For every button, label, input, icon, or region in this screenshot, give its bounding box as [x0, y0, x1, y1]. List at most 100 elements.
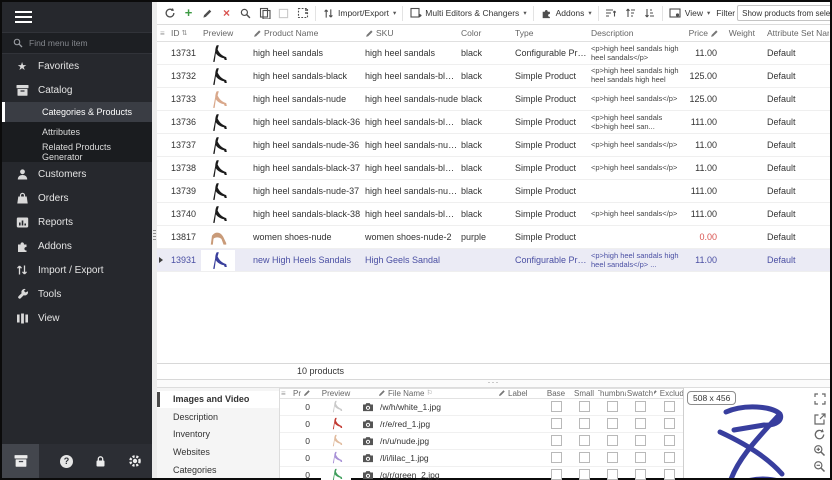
tab-inventory[interactable]: Inventory — [157, 426, 279, 444]
menu-search-input[interactable] — [29, 38, 133, 48]
column-chooser-icon[interactable]: ≡ — [280, 389, 288, 398]
small-checkbox[interactable] — [579, 418, 590, 429]
sidebar-item-reports[interactable]: Reports — [2, 210, 152, 234]
base-checkbox[interactable] — [551, 401, 562, 412]
image-row[interactable]: 0/r/e/red_1.jpg — [280, 416, 683, 433]
exclude-checkbox[interactable] — [664, 469, 675, 480]
delete-product-button[interactable]: × — [218, 5, 235, 22]
refresh-button[interactable] — [161, 5, 178, 22]
exclude-checkbox[interactable] — [664, 435, 675, 446]
product-row[interactable]: 13731high heel sandalshigh heel sandalsb… — [157, 42, 830, 65]
swatch-checkbox[interactable] — [635, 401, 646, 412]
lock-icon[interactable] — [94, 444, 107, 478]
exclude-checkbox[interactable] — [664, 418, 675, 429]
tab-websites[interactable]: Websites — [157, 443, 279, 461]
exclude-checkbox[interactable] — [664, 452, 675, 463]
column-header-price[interactable]: Price — [685, 28, 725, 38]
settings-gear-icon[interactable] — [128, 444, 142, 478]
filter-select[interactable]: Show products from selected categories ▾ — [737, 5, 830, 21]
product-row[interactable]: 13737high heel sandals-nude-36high heel … — [157, 134, 830, 157]
addons-menu[interactable]: Addons ▾ — [538, 5, 594, 22]
column-header-weight[interactable]: Weight — [725, 28, 761, 38]
image-row[interactable]: 0/n/u/nude.jpg — [280, 433, 683, 450]
tab-description[interactable]: Description — [157, 408, 279, 426]
column-header-file-name[interactable]: File Name ⚐ — [378, 389, 498, 398]
zoom-out-icon[interactable] — [813, 460, 826, 473]
small-checkbox[interactable] — [579, 452, 590, 463]
column-header-small[interactable]: Small — [570, 389, 598, 398]
base-checkbox[interactable] — [551, 435, 562, 446]
edit-product-button[interactable] — [199, 5, 216, 22]
product-row[interactable]: 13740high heel sandals-black-38high heel… — [157, 203, 830, 226]
column-header-type[interactable]: Type — [513, 28, 589, 38]
column-header-id[interactable]: ID ⇅ — [165, 28, 201, 38]
swatch-checkbox[interactable] — [635, 452, 646, 463]
column-header-thumbnail[interactable]: Thumbna — [598, 389, 626, 398]
swatch-checkbox[interactable] — [635, 418, 646, 429]
sidebar-item-related-products-generator[interactable]: Related Products Generator — [2, 142, 152, 162]
base-checkbox[interactable] — [551, 452, 562, 463]
column-header-swatch[interactable]: Swatch — [626, 389, 654, 398]
thumbnail-checkbox[interactable] — [607, 435, 618, 446]
zoom-in-icon[interactable] — [813, 444, 826, 457]
import-export-menu[interactable]: Import/Export ▾ — [320, 5, 398, 22]
small-checkbox[interactable] — [579, 435, 590, 446]
sidebar-item-tools[interactable]: Tools — [2, 282, 152, 306]
column-header-color[interactable]: Color — [459, 28, 513, 38]
sidebar-item-addons[interactable]: Addons — [2, 234, 152, 258]
product-row[interactable]: 13736high heel sandals-black-36high heel… — [157, 111, 830, 134]
sidebar-item-import-export[interactable]: Import / Export — [2, 258, 152, 282]
column-chooser-icon[interactable]: ≡ — [157, 29, 165, 38]
column-header-sku[interactable]: SKU — [363, 28, 459, 38]
sidebar-item-categories-products[interactable]: Categories & Products — [2, 102, 152, 122]
column-header-label[interactable]: Label — [498, 389, 542, 398]
sidebar-item-orders[interactable]: Orders — [2, 186, 152, 210]
sort-asc-button[interactable] — [622, 5, 639, 22]
rotate-icon[interactable] — [813, 428, 826, 441]
view-menu[interactable]: View ▾ — [667, 5, 713, 22]
image-row[interactable]: 0/w/h/white_1.jpg — [280, 399, 683, 416]
sort-az-button[interactable] — [603, 5, 620, 22]
sidebar-item-view[interactable]: View — [2, 306, 152, 330]
paste-button[interactable] — [275, 5, 292, 22]
sidebar-item-customers[interactable]: Customers — [2, 162, 152, 186]
help-icon[interactable]: ? — [60, 444, 73, 478]
base-checkbox[interactable] — [551, 418, 562, 429]
column-header-attribute-set[interactable]: Attribute Set Name — [761, 28, 829, 38]
column-header-image-preview[interactable]: Preview — [314, 389, 358, 398]
product-row[interactable]: 13817women shoes-nudewomen shoes-nude-2p… — [157, 226, 830, 249]
search-button[interactable] — [237, 5, 254, 22]
small-checkbox[interactable] — [579, 401, 590, 412]
sidebar-item-attributes[interactable]: Attributes — [2, 122, 152, 142]
column-header-exclude[interactable]: Exclude — [654, 389, 684, 398]
thumbnail-checkbox[interactable] — [607, 469, 618, 480]
thumbnail-checkbox[interactable] — [607, 418, 618, 429]
open-external-icon[interactable] — [814, 413, 826, 425]
product-row[interactable]: 13732high heel sandals-blackhigh heel sa… — [157, 65, 830, 88]
exclude-checkbox[interactable] — [664, 401, 675, 412]
sidebar-item-favorites[interactable]: ★ Favorites — [2, 54, 152, 78]
tab-categories[interactable]: Categories — [157, 461, 279, 479]
fit-screen-icon[interactable] — [814, 393, 826, 405]
multi-editors-menu[interactable]: Multi Editors & Changers ▾ — [407, 5, 528, 22]
hamburger-menu-icon[interactable] — [2, 2, 152, 32]
image-row[interactable]: 0/l/i/lilac_1.jpg — [280, 450, 683, 467]
column-header-description[interactable]: Description — [589, 28, 685, 38]
product-row[interactable]: 13738high heel sandals-black-37high heel… — [157, 157, 830, 180]
column-header-pr[interactable]: Pr — [288, 389, 314, 398]
panel-splitter-horizontal[interactable]: ··· — [157, 380, 830, 388]
paste-special-button[interactable] — [294, 5, 311, 22]
column-header-preview[interactable]: Preview — [201, 28, 251, 38]
product-row[interactable]: 13739high heel sandals-nude-37high heel … — [157, 180, 830, 203]
sidebar-item-catalog[interactable]: Catalog — [2, 78, 152, 102]
copy-button[interactable] — [256, 5, 273, 22]
swatch-checkbox[interactable] — [635, 435, 646, 446]
small-checkbox[interactable] — [579, 469, 590, 480]
swatch-checkbox[interactable] — [635, 469, 646, 480]
add-product-button[interactable]: + — [180, 5, 197, 22]
thumbnail-checkbox[interactable] — [607, 452, 618, 463]
column-header-product-name[interactable]: Product Name — [251, 28, 363, 38]
tab-images-and-video[interactable]: Images and Video — [157, 391, 279, 409]
column-header-base[interactable]: Base — [542, 389, 570, 398]
store-manager-icon[interactable] — [2, 444, 39, 478]
